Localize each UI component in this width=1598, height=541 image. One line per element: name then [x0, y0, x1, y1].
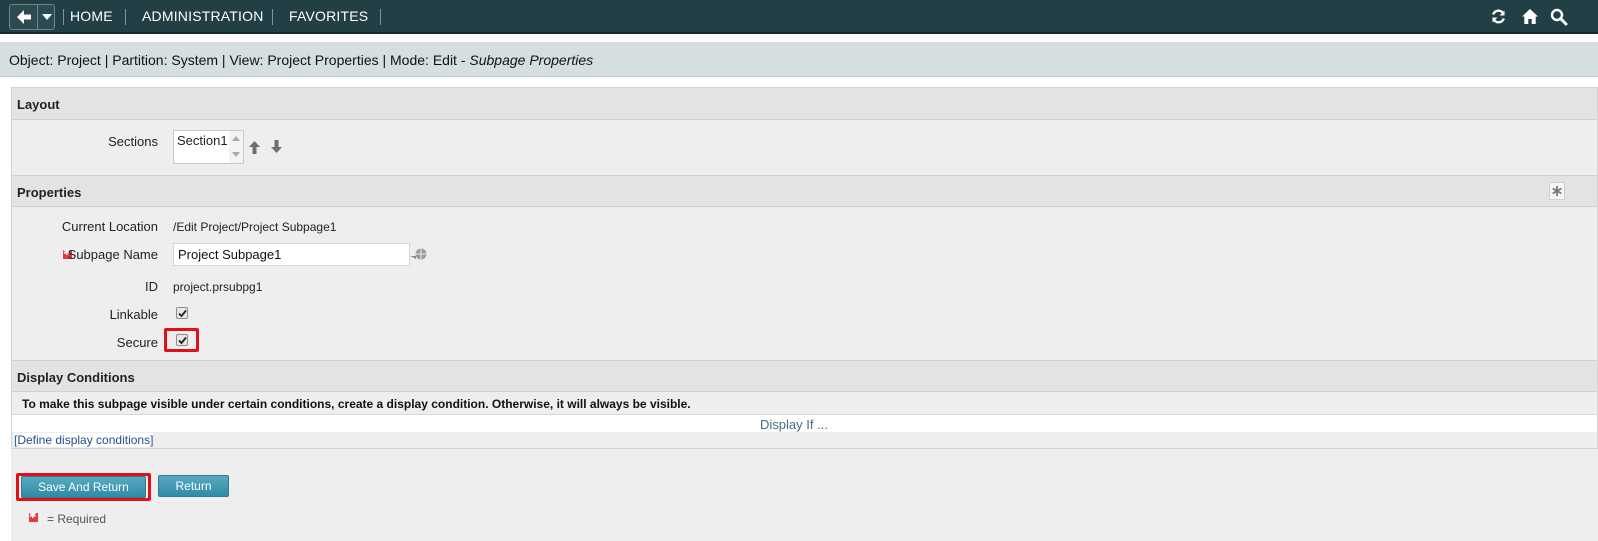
subpage-properties-panel: Layout Sections Section1 Properties Curr…: [11, 87, 1598, 449]
nav-separator: [380, 9, 381, 25]
properties-section-title: Properties: [17, 185, 82, 200]
page-title-context: Object: Project | Partition: System | Vi…: [9, 52, 470, 68]
define-display-conditions-link[interactable]: [Define display conditions]: [14, 433, 154, 447]
id-label: ID: [145, 279, 158, 294]
linkable-label: Linkable: [109, 307, 158, 322]
required-fields-toggle[interactable]: [1549, 182, 1565, 200]
required-legend-text: = Required: [47, 512, 107, 526]
checkmark-icon: [178, 309, 187, 318]
listbox-scrollbar[interactable]: [229, 131, 243, 163]
scroll-up-icon[interactable]: [232, 136, 240, 141]
secure-label: Secure: [116, 335, 158, 350]
nav-administration[interactable]: ADMINISTRATION: [142, 8, 264, 24]
asterisk-icon: [1552, 186, 1562, 196]
translate-icon[interactable]: [410, 247, 428, 262]
back-button-group: [9, 4, 55, 30]
top-navigation-bar: HOME ADMINISTRATION FAVORITES: [0, 0, 1598, 34]
current-location-label: Current Location: [61, 219, 158, 234]
layout-section-header: Layout: [12, 88, 1597, 120]
back-button[interactable]: [10, 5, 38, 29]
display-conditions-title: Display Conditions: [17, 370, 135, 385]
nav-separator: [272, 9, 273, 25]
layout-section-title: Layout: [17, 97, 60, 112]
move-down-icon[interactable]: [271, 140, 282, 153]
nav-separator: [125, 9, 126, 25]
page-title-mode: Subpage Properties: [469, 52, 594, 68]
move-up-icon[interactable]: [249, 141, 260, 154]
context-header: Object: Project | Partition: System | Vi…: [0, 42, 1598, 77]
page-title: Object: Project | Partition: System | Vi…: [9, 52, 593, 68]
sections-label: Sections: [108, 134, 158, 149]
linkable-checkbox[interactable]: [176, 307, 188, 319]
subpage-name-label: Subpage Name: [67, 247, 158, 262]
current-location-value: /Edit Project/Project Subpage1: [173, 220, 337, 234]
display-if-header: Display If ...: [12, 414, 1597, 432]
nav-separator: [63, 9, 64, 25]
secure-checkbox[interactable]: [176, 334, 188, 346]
sections-listbox[interactable]: Section1: [173, 130, 244, 164]
display-conditions-section-header: Display Conditions: [12, 360, 1597, 392]
nav-home[interactable]: HOME: [70, 8, 113, 24]
history-dropdown-button[interactable]: [39, 5, 55, 29]
scroll-down-icon[interactable]: [232, 152, 240, 157]
display-conditions-info: To make this subpage visible under certa…: [22, 397, 691, 411]
save-and-return-button[interactable]: Save And Return: [21, 476, 146, 498]
nav-favorites[interactable]: FAVORITES: [289, 8, 368, 24]
properties-section-header: Properties: [12, 175, 1597, 207]
arrow-left-icon: [17, 10, 31, 24]
required-legend-icon: [29, 510, 38, 522]
refresh-icon[interactable]: [1490, 8, 1507, 25]
checkmark-icon: [178, 336, 187, 345]
sections-option[interactable]: Section1: [177, 133, 228, 148]
display-if-label: Display If ...: [760, 417, 828, 432]
subpage-name-input[interactable]: [173, 243, 410, 266]
caret-down-icon: [42, 14, 52, 20]
action-bar: Save And Return Return = Required: [11, 449, 1598, 541]
id-value: project.prsubpg1: [173, 280, 263, 294]
return-button[interactable]: Return: [158, 475, 229, 497]
search-icon[interactable]: [1550, 8, 1568, 26]
home-icon[interactable]: [1521, 8, 1539, 25]
